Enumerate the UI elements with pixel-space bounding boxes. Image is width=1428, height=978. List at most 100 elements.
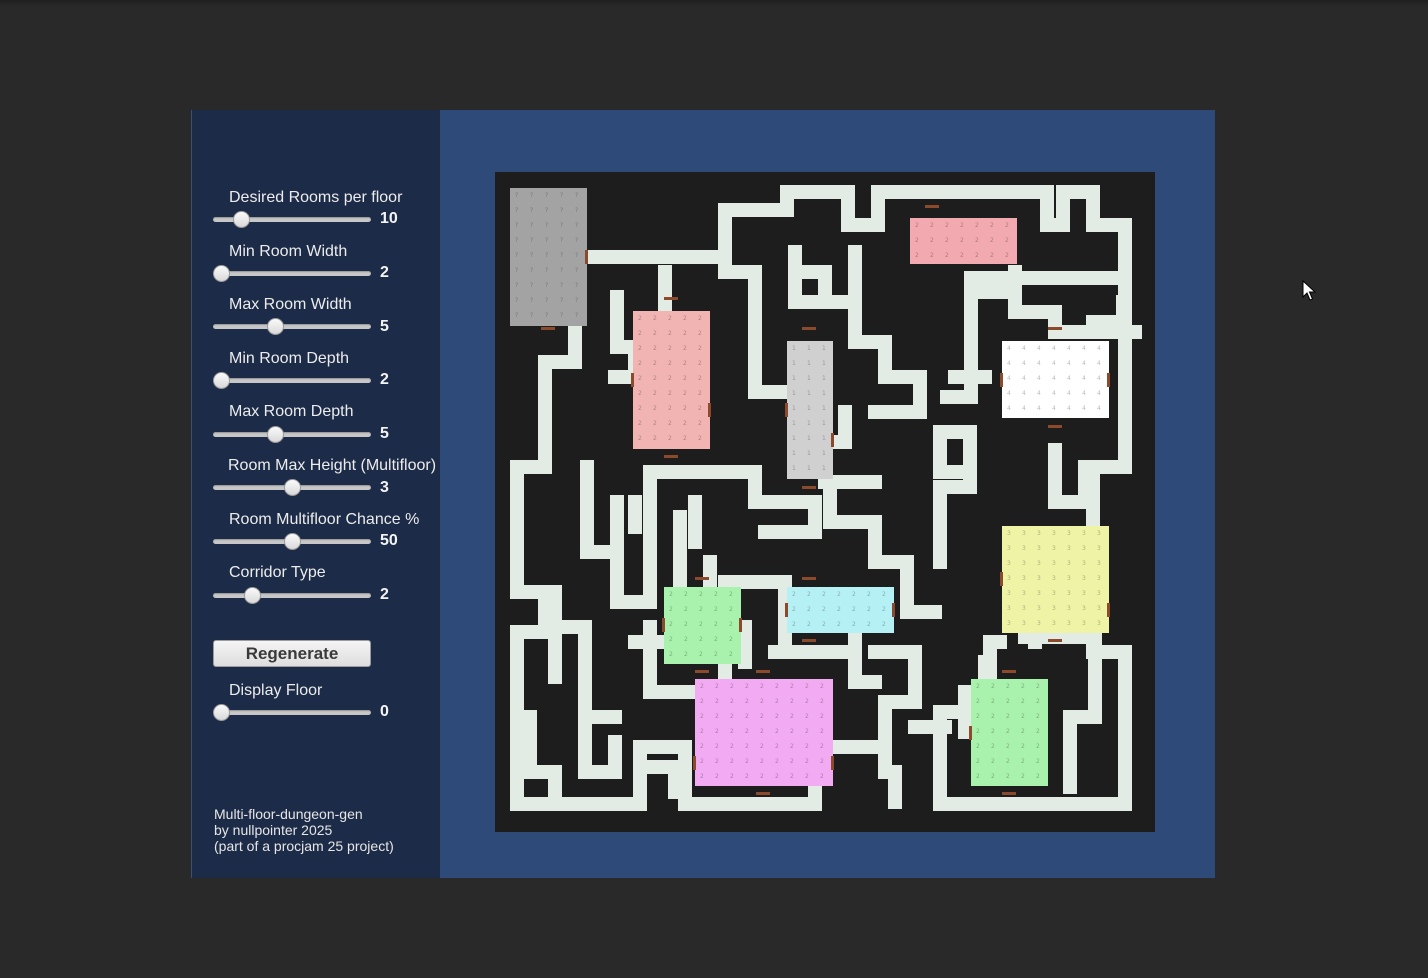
slider-label-desired-rooms: Desired Rooms per floor [229, 189, 403, 206]
room-tile-mark: 2 [822, 591, 826, 598]
room-tile-mark: ? [530, 312, 533, 319]
room-tile-mark: 1 [792, 390, 796, 397]
room-tile-mark: 2 [638, 330, 642, 337]
room-tile-mark: 3 [1052, 575, 1056, 582]
slider-thumb[interactable] [213, 372, 230, 389]
display-floor-slider[interactable] [213, 704, 371, 721]
regenerate-button[interactable]: Regenerate [213, 640, 371, 667]
room-tile-mark: ? [545, 282, 548, 289]
room-tile-mark: 2 [1021, 758, 1025, 765]
room-tile-mark: 3 [1082, 605, 1086, 612]
slider-thumb[interactable] [283, 533, 301, 550]
room-tile-mark: 3 [1022, 560, 1026, 567]
door [1107, 603, 1110, 617]
door [541, 327, 555, 330]
slider-thumb[interactable] [232, 211, 250, 228]
room-tile-mark: ? [515, 297, 518, 304]
room-tile-mark: ? [530, 267, 533, 274]
room-tile-mark: ? [560, 237, 563, 244]
room-tile-mark: 2 [668, 345, 672, 352]
room-tile-mark: ? [575, 312, 578, 319]
room-tile-mark: 2 [790, 683, 794, 690]
min-room-depth-slider[interactable] [213, 372, 371, 389]
room: 1 1 1 1 1 1 1 1 1 1 1 1 1 1 1 1 1 1 1 1 1 1 1 1 1 1 1 [787, 341, 833, 479]
min-room-width-value: 2 [380, 264, 389, 281]
room-tile-mark: 2 [807, 606, 811, 613]
room-tile-mark: 4 [1067, 405, 1071, 412]
room-tile-mark: 2 [1005, 252, 1009, 259]
slider-thumb[interactable] [266, 426, 284, 443]
max-room-depth-slider[interactable] [213, 426, 371, 443]
settings-panel: Desired Rooms per floor 10 Min Room Widt… [191, 110, 440, 878]
slider-label-min-room-depth: Min Room Depth [229, 350, 350, 367]
room-tile-mark: 1 [807, 375, 811, 382]
corridor-type-slider[interactable] [213, 587, 371, 604]
room-tile-mark: 2 [990, 237, 994, 244]
room-tile-mark: 3 [1067, 590, 1071, 597]
door [831, 756, 834, 770]
room-tile-mark: 2 [653, 420, 657, 427]
min-room-width-slider[interactable] [213, 265, 371, 282]
dungeon-map[interactable]: ????????????????????????????????????????… [495, 172, 1155, 832]
room-tile-mark: ? [515, 222, 518, 229]
room-tile-mark: 2 [822, 621, 826, 628]
door [1000, 572, 1003, 586]
room-tile-mark: 4 [1037, 375, 1041, 382]
room-tile-mark: 2 [683, 390, 687, 397]
room-tile-mark: 4 [1022, 405, 1026, 412]
room: 2 2 2 2 2 2 2 2 2 2 2 2 2 2 2 2 2 2 2 2 2 2 2 2 2 2 2 2 2 2 2 2 2 2 2 2 2 2 2 2… [633, 311, 710, 449]
room-tile-mark: 4 [1022, 345, 1026, 352]
door [585, 250, 588, 264]
room-tile-mark: 1 [792, 405, 796, 412]
room-tile-mark: 2 [669, 606, 673, 613]
room-tile-mark: 3 [1022, 590, 1026, 597]
room-tile-mark: 2 [715, 773, 719, 780]
room-tile-mark: 2 [698, 330, 702, 337]
room-tile-mark: 2 [976, 683, 980, 690]
room-max-height-slider[interactable] [213, 479, 371, 496]
room: 2 2 2 2 2 2 2 2 2 2 2 2 2 2 2 2 2 2 2 2 2 2 2 2 2 [664, 587, 741, 664]
multifloor-chance-slider[interactable] [213, 533, 371, 550]
door [1000, 373, 1003, 387]
room-tile-mark: 2 [991, 698, 995, 705]
room-tile-mark: 2 [729, 636, 733, 643]
slider-label-display-floor: Display Floor [229, 682, 323, 699]
room-tile-mark: 2 [684, 636, 688, 643]
room-tile-mark: 2 [638, 420, 642, 427]
room-tile-mark: 2 [807, 591, 811, 598]
room-tile-mark: 2 [867, 621, 871, 628]
room-tile-mark: 2 [745, 713, 749, 720]
max-room-width-slider[interactable] [213, 318, 371, 335]
slider-thumb[interactable] [213, 265, 230, 282]
room-tile-mark: ? [515, 192, 518, 199]
room-tile-mark: 2 [792, 606, 796, 613]
room-tile-mark: 2 [668, 390, 672, 397]
door [664, 455, 678, 458]
desired-rooms-slider[interactable] [213, 211, 371, 228]
slider-thumb[interactable] [213, 704, 230, 721]
room-tile-mark: 2 [745, 758, 749, 765]
slider-thumb[interactable] [266, 318, 284, 335]
room-tile-mark: 2 [714, 651, 718, 658]
room-tile-mark: 4 [1082, 345, 1086, 352]
room-tile-mark: 1 [807, 450, 811, 457]
room-tile-mark: 4 [1022, 390, 1026, 397]
room-tile-mark: 2 [760, 683, 764, 690]
room-tile-mark: 2 [945, 252, 949, 259]
room-tile-mark: 2 [668, 405, 672, 412]
room-tile-mark: 2 [775, 698, 779, 705]
room-tile-mark: 2 [760, 728, 764, 735]
door [892, 603, 895, 617]
room-tile-mark: 1 [807, 435, 811, 442]
slider-thumb[interactable] [244, 587, 262, 604]
room-tile-mark: 2 [790, 728, 794, 735]
room-tile-mark: ? [515, 282, 518, 289]
door [693, 756, 696, 770]
slider-thumb[interactable] [283, 479, 301, 496]
room-tile-mark: 2 [820, 743, 824, 750]
room-tile-mark: 3 [1067, 545, 1071, 552]
room-tile-mark: 2 [882, 591, 886, 598]
corridor-type-value: 2 [380, 586, 389, 603]
room-tile-mark: 2 [975, 237, 979, 244]
room-tile-mark: 2 [668, 375, 672, 382]
